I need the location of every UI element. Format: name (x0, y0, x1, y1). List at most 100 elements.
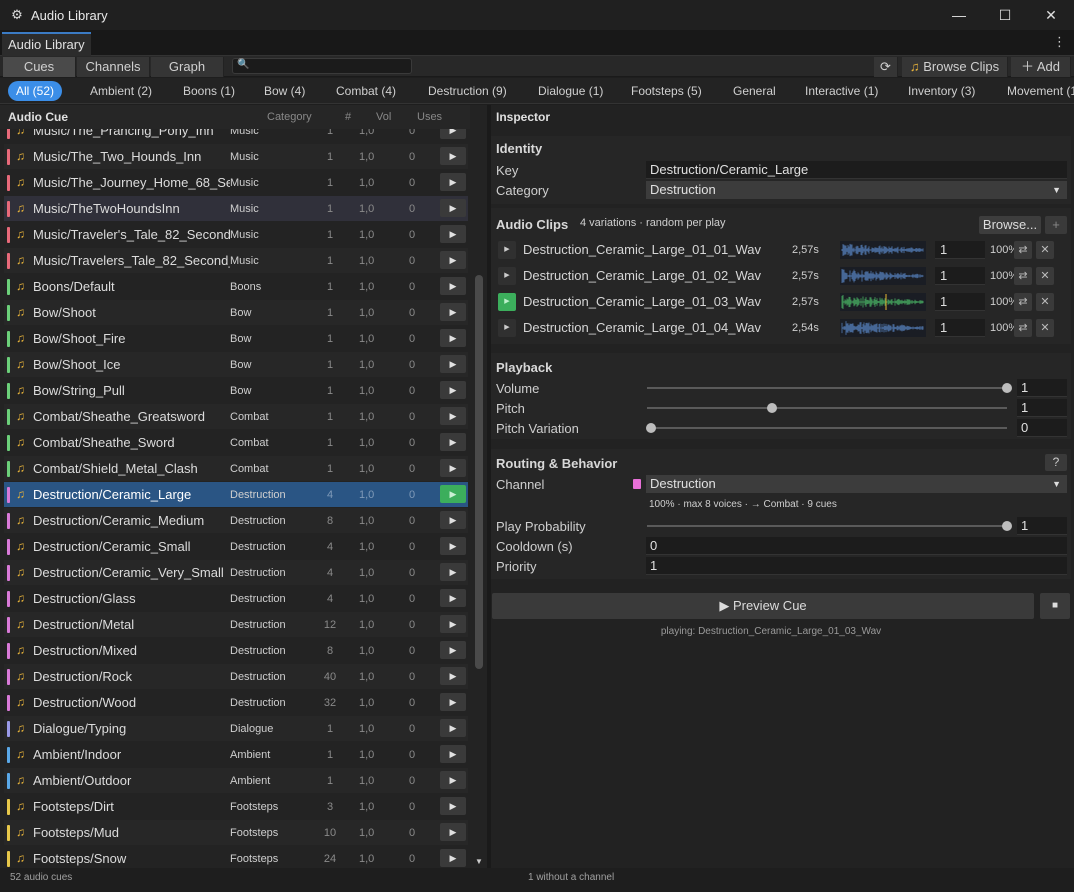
play-cue-button[interactable]: ▶ (440, 381, 466, 399)
play-cue-button[interactable]: ▶ (440, 719, 466, 737)
category-chip[interactable]: Combat (4) (328, 81, 404, 101)
play-cue-button[interactable]: ▶ (440, 407, 466, 425)
list-item[interactable]: ♫ Music/The_Journey_Home_68_SecondMusic 1 1… (4, 170, 468, 195)
list-item[interactable]: ♫ Music/Traveler's_Tale_82_Second_LoopMus… (4, 222, 468, 247)
play-cue-button[interactable]: ▶ (440, 511, 466, 529)
play-cue-button[interactable]: ▶ (440, 225, 466, 243)
cooldown-field[interactable]: 0 (646, 537, 1067, 555)
replace-clip-button[interactable]: ⇄ (1014, 293, 1032, 311)
browse-clips-button[interactable]: ♫ Browse Clips (902, 57, 1008, 77)
list-item[interactable]: ♫ Footsteps/Snow Footsteps 24 1,0 0 ▶ (4, 846, 468, 868)
play-clip-button[interactable]: ▶ (498, 241, 516, 259)
list-item[interactable]: ♫ Footsteps/Mud Footsteps 10 1,0 0 ▶ (4, 820, 468, 845)
category-chip[interactable]: Inventory (3) (900, 81, 983, 101)
browse-button[interactable]: Browse... (979, 216, 1041, 234)
list-item[interactable]: ♫ Footsteps/Dirt Footsteps 3 1,0 0 ▶ (4, 794, 468, 819)
pitch-variation-slider-knob[interactable] (646, 423, 656, 433)
pitch-value[interactable]: 1 (1017, 399, 1067, 417)
pitch-slider[interactable] (647, 407, 1007, 409)
list-item[interactable]: ♫ Bow/Shoot Bow 1 1,0 0 ▶ (4, 300, 468, 325)
clip-weight-field[interactable]: 1 (935, 319, 985, 337)
remove-clip-button[interactable]: ✕ (1036, 241, 1054, 259)
category-chip[interactable]: Interactive (1) (797, 81, 886, 101)
play-cue-button[interactable]: ▶ (440, 641, 466, 659)
search-input[interactable]: 🔍 (232, 58, 412, 74)
header-uses[interactable]: Uses (417, 111, 442, 123)
pitch-variation-value[interactable]: 0 (1017, 419, 1067, 437)
play-cue-button[interactable]: ▶ (440, 537, 466, 555)
list-item[interactable]: ♫ Music/The_Two_Hounds_Inn Music 1 1,0 0 ▶ (4, 144, 468, 169)
list-item[interactable]: ♫ Bow/Shoot_Fire Bow 1 1,0 0 ▶ (4, 326, 468, 351)
list-item[interactable]: ♫ Destruction/Mixed Destruction 8 1,0 0 ▶ (4, 638, 468, 663)
volume-slider[interactable] (647, 387, 1007, 389)
list-item[interactable]: ♫ Destruction/Ceramic_Very_Small Destructi… (4, 560, 468, 585)
category-dropdown[interactable]: Destruction ▼ (646, 181, 1067, 199)
play-probability-slider[interactable] (647, 525, 1007, 527)
refresh-button[interactable]: ⟳ (874, 57, 898, 77)
category-chip[interactable]: Movement (1 (999, 81, 1074, 101)
play-cue-button[interactable]: ▶ (440, 303, 466, 321)
add-clip-button[interactable]: + (1045, 216, 1067, 234)
tab-graph[interactable]: Graph (151, 57, 224, 77)
play-clip-button[interactable]: ▶ (498, 293, 516, 311)
play-cue-button[interactable]: ▶ (440, 329, 466, 347)
category-chip[interactable]: All (52) (8, 81, 63, 101)
list-item[interactable]: ♫ Destruction/Rock Destruction 40 1,0 0 ▶ (4, 664, 468, 689)
remove-clip-button[interactable]: ✕ (1036, 319, 1054, 337)
play-cue-button[interactable]: ▶ (440, 251, 466, 269)
clip-weight-field[interactable]: 1 (935, 293, 985, 311)
clip-weight-field[interactable]: 1 (935, 241, 985, 259)
close-button[interactable]: ✕ (1028, 0, 1074, 30)
header-vol[interactable]: Vol (376, 111, 391, 123)
category-chip[interactable]: Bow (4) (256, 81, 313, 101)
play-cue-button[interactable]: ▶ (440, 615, 466, 633)
stop-button[interactable]: ■ (1040, 593, 1070, 619)
tab-cues[interactable]: Cues (3, 57, 76, 77)
play-cue-button[interactable]: ▶ (440, 823, 466, 841)
play-cue-button[interactable]: ▶ (440, 173, 466, 191)
scroll-down-icon[interactable]: ▼ (475, 857, 483, 866)
volume-slider-knob[interactable] (1002, 383, 1012, 393)
key-field[interactable]: Destruction/Ceramic_Large (646, 161, 1067, 179)
pitch-slider-knob[interactable] (767, 403, 778, 413)
play-cue-button[interactable]: ▶ (440, 199, 466, 217)
list-item[interactable]: ♫ Music/TheTwoHoundsInn Music 1 1,0 0 ▶ (4, 196, 468, 221)
play-cue-button[interactable]: ▶ (440, 355, 466, 373)
replace-clip-button[interactable]: ⇄ (1014, 267, 1032, 285)
play-clip-button[interactable]: ▶ (498, 267, 516, 285)
play-probability-slider-knob[interactable] (1002, 521, 1012, 531)
add-button[interactable]: ＋ Add (1011, 57, 1071, 77)
list-item[interactable]: ♫ Boons/Default Boons 1 1,0 0 ▶ (4, 274, 468, 299)
list-item[interactable]: ♫ Destruction/Glass Destruction 4 1,0 0 ▶ (4, 586, 468, 611)
list-item[interactable]: ♫ Destruction/Wood Destruction 32 1,0 0 ▶ (4, 690, 468, 715)
clip-waveform[interactable] (840, 267, 926, 285)
remove-clip-button[interactable]: ✕ (1036, 293, 1054, 311)
play-cue-button[interactable]: ▶ (440, 147, 466, 165)
play-cue-button[interactable]: ▶ (440, 433, 466, 451)
play-cue-button[interactable]: ▶ (440, 459, 466, 477)
play-cue-button[interactable]: ▶ (440, 849, 466, 867)
priority-field[interactable]: 1 (646, 557, 1067, 575)
list-item[interactable]: ♫ Bow/Shoot_Ice Bow 1 1,0 0 ▶ (4, 352, 468, 377)
play-cue-button[interactable]: ▶ (440, 693, 466, 711)
header-count[interactable]: # (345, 111, 351, 123)
play-cue-button[interactable]: ▶ (440, 589, 466, 607)
play-cue-button[interactable]: ▶ (440, 667, 466, 685)
scroll-thumb[interactable] (475, 275, 483, 669)
clip-waveform[interactable] (840, 241, 926, 259)
list-item[interactable]: ♫ Combat/Sheathe_Greatsword Combat 1 1,0 0 ▶ (4, 404, 468, 429)
play-cue-button[interactable]: ▶ (440, 485, 466, 503)
clip-waveform[interactable] (840, 293, 926, 311)
list-item[interactable]: ♫ Bow/String_Pull Bow 1 1,0 0 ▶ (4, 378, 468, 403)
header-category[interactable]: Category (267, 111, 312, 123)
play-cue-button[interactable]: ▶ (440, 563, 466, 581)
play-clip-button[interactable]: ▶ (498, 319, 516, 337)
list-item[interactable]: ♫ Destruction/Metal Destruction 12 1,0 0 ▶ (4, 612, 468, 637)
tab-channels[interactable]: Channels (77, 57, 150, 77)
replace-clip-button[interactable]: ⇄ (1014, 319, 1032, 337)
list-item[interactable]: ♫ Music/Travelers_Tale_82_Second_LoopMusi… (4, 248, 468, 273)
category-chip[interactable]: Dialogue (1) (530, 81, 611, 101)
list-item[interactable]: ♫ Dialogue/Typing Dialogue 1 1,0 0 ▶ (4, 716, 468, 741)
header-audio-cue[interactable]: Audio Cue (8, 110, 68, 124)
help-button[interactable]: ? (1045, 454, 1067, 471)
